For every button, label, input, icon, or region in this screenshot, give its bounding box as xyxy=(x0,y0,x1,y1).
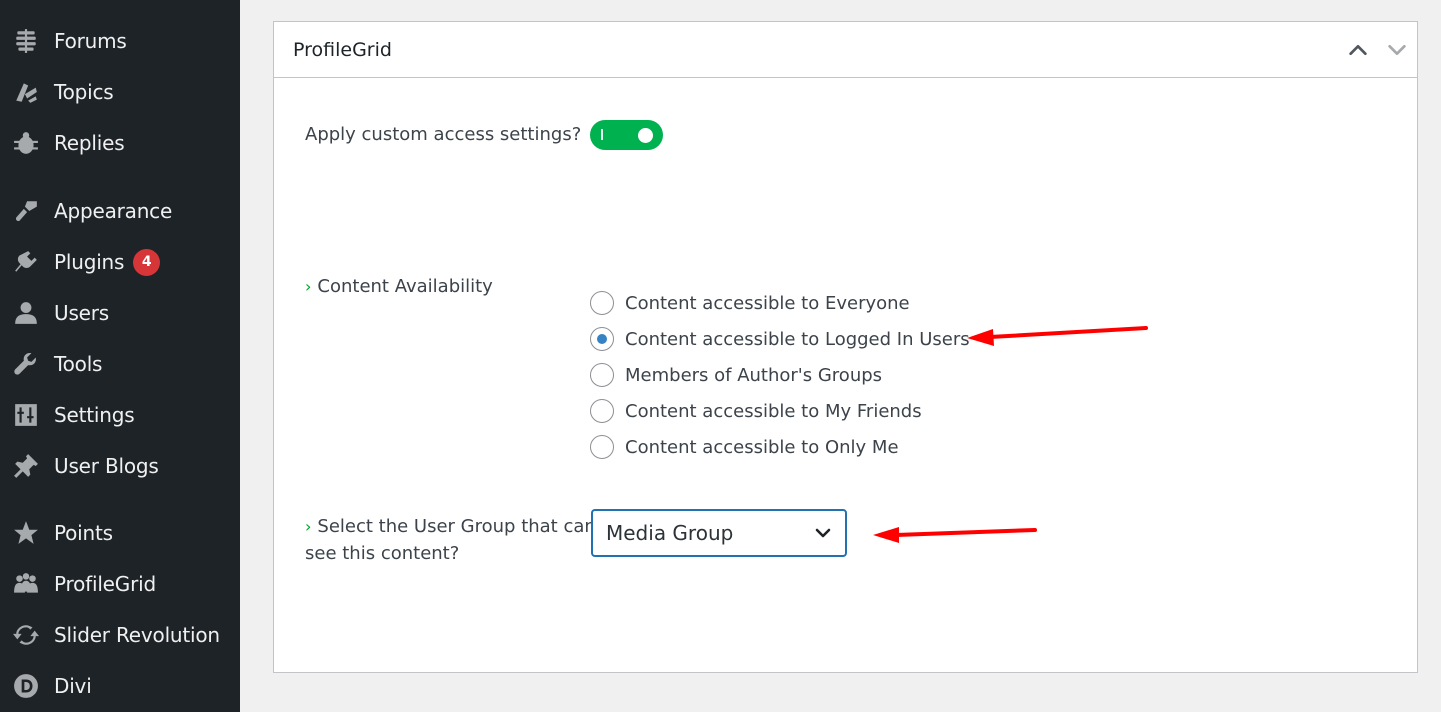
chevron-down-icon xyxy=(813,523,833,543)
sidebar-item-replies[interactable]: Replies xyxy=(0,121,240,165)
plugins-icon xyxy=(12,248,40,276)
radio-label: Content accessible to Only Me xyxy=(625,436,899,458)
radio-option-logged-in-users[interactable]: Content accessible to Logged In Users xyxy=(590,324,970,354)
sidebar-item-divi[interactable]: Divi xyxy=(0,664,240,708)
radio-button[interactable] xyxy=(590,291,614,315)
topics-icon xyxy=(12,78,40,106)
radio-option-only-me[interactable]: Content accessible to Only Me xyxy=(590,432,899,462)
radio-label: Content accessible to My Friends xyxy=(625,400,922,422)
metabox-header: ProfileGrid xyxy=(274,22,1417,78)
sidebar-item-label: Appearance xyxy=(54,199,173,223)
chevron-right-icon: › xyxy=(305,517,312,536)
refresh-icon xyxy=(12,621,40,649)
sidebar-item-label: Points xyxy=(54,521,113,545)
sidebar-item-label: Plugins xyxy=(54,250,125,274)
sidebar-item-label: Users xyxy=(54,301,110,325)
sidebar-item-settings[interactable]: Settings xyxy=(0,393,240,437)
settings-icon xyxy=(12,401,40,429)
forums-icon xyxy=(12,27,40,55)
radio-option-my-friends[interactable]: Content accessible to My Friends xyxy=(590,396,922,426)
wrench-icon xyxy=(12,350,40,378)
plugins-update-badge: 4 xyxy=(133,248,161,276)
paintbrush-icon xyxy=(12,197,40,225)
toggle-on-indicator xyxy=(601,129,603,140)
sidebar-item-slider-revolution[interactable]: Slider Revolution xyxy=(0,613,240,657)
sidebar-item-user-blogs[interactable]: User Blogs xyxy=(0,444,240,488)
content-availability-label: Content Availability xyxy=(317,276,493,297)
custom-access-toggle[interactable] xyxy=(590,120,663,150)
custom-access-label: Apply custom access settings? xyxy=(305,124,582,145)
chevron-down-icon xyxy=(1388,44,1406,56)
sidebar-item-label: ProfileGrid xyxy=(54,572,156,596)
user-group-selected-value: Media Group xyxy=(606,521,734,545)
user-group-label-line1: › Select the User Group that can xyxy=(305,513,596,540)
sidebar-item-label: Topics xyxy=(54,80,114,104)
radio-button[interactable] xyxy=(590,435,614,459)
sidebar-item-label: Settings xyxy=(54,403,135,427)
sidebar-item-plugins[interactable]: Plugins 4 xyxy=(0,240,240,284)
radio-option-everyone[interactable]: Content accessible to Everyone xyxy=(590,288,910,318)
sidebar-item-points[interactable]: Points xyxy=(0,511,240,555)
sidebar-item-label: Divi xyxy=(54,674,92,698)
radio-button[interactable] xyxy=(590,399,614,423)
sidebar-item-label: Forums xyxy=(54,29,127,53)
radio-button-selected[interactable] xyxy=(590,327,614,351)
sidebar-item-label: User Blogs xyxy=(54,454,159,478)
admin-sidebar: Forums Topics Replies Appearance Plugins… xyxy=(0,0,240,712)
chevron-right-icon: › xyxy=(305,277,312,296)
sidebar-item-appearance[interactable]: Appearance xyxy=(0,189,240,233)
groups-icon xyxy=(12,570,40,598)
sidebar-item-label: Tools xyxy=(54,352,103,376)
pushpin-icon xyxy=(12,452,40,480)
radio-label: Content accessible to Logged In Users xyxy=(625,328,970,350)
sidebar-item-topics[interactable]: Topics xyxy=(0,70,240,114)
users-icon xyxy=(12,299,40,327)
radio-label: Members of Author's Groups xyxy=(625,364,883,386)
content-availability-heading: › Content Availability xyxy=(305,273,493,300)
profilegrid-metabox: ProfileGrid Apply custom access settings… xyxy=(273,21,1418,673)
toggle-knob xyxy=(638,128,653,143)
sidebar-item-label: Replies xyxy=(54,131,125,155)
user-group-label-line2: see this content? xyxy=(305,543,460,564)
user-group-select[interactable]: Media Group xyxy=(591,509,847,557)
replies-icon xyxy=(12,129,40,157)
sidebar-item-forums[interactable]: Forums xyxy=(0,19,240,63)
star-icon xyxy=(12,519,40,547)
sidebar-item-label: Slider Revolution xyxy=(54,623,220,647)
chevron-up-icon xyxy=(1349,44,1367,56)
metabox-title: ProfileGrid xyxy=(293,38,392,61)
radio-label: Content accessible to Everyone xyxy=(625,292,910,314)
sidebar-item-tools[interactable]: Tools xyxy=(0,342,240,386)
sidebar-item-users[interactable]: Users xyxy=(0,291,240,335)
radio-button[interactable] xyxy=(590,363,614,387)
move-up-button[interactable] xyxy=(1344,36,1372,64)
move-down-button[interactable] xyxy=(1383,36,1411,64)
user-group-label: › Select the User Group that can see this… xyxy=(305,513,596,567)
user-group-label-text: Select the User Group that can xyxy=(317,516,596,537)
divi-icon xyxy=(12,672,40,700)
sidebar-item-profilegrid[interactable]: ProfileGrid xyxy=(0,562,240,606)
radio-option-authors-groups[interactable]: Members of Author's Groups xyxy=(590,360,882,390)
